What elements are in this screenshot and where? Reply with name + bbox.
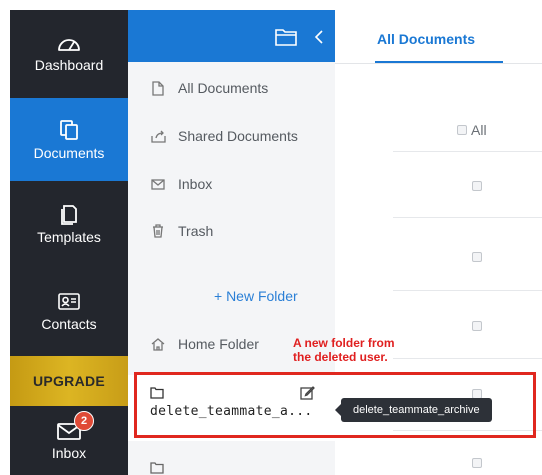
folder-icon [150,387,164,399]
contact-card-icon [58,292,80,310]
row-checkbox[interactable] [472,252,482,262]
share-icon [150,129,166,143]
nav-contacts-label: Contacts [41,315,97,332]
envelope-icon [150,178,166,190]
folder-name-label: delete_teammate_a... [150,404,313,419]
row-checkbox[interactable] [472,181,482,191]
row-divider [393,217,542,218]
row-divider [393,290,542,291]
folder-item-all-documents[interactable]: All Documents [150,80,268,96]
nav-dashboard[interactable]: Dashboard [10,10,128,98]
folder-item-home[interactable]: Home Folder [150,336,259,352]
row-divider [393,430,542,431]
collapse-chevron-icon[interactable] [314,29,324,45]
row-divider [393,151,542,152]
nav-documents-label: Documents [33,144,105,161]
row-checkbox[interactable] [472,458,482,468]
select-all-header: All [457,122,487,138]
annotation-line-1: A new folder from [293,336,395,350]
folder-icon [275,29,297,46]
folder-item-label: Shared Documents [178,128,298,144]
nav-templates[interactable]: Templates [10,181,128,267]
nav-templates-label: Templates [37,229,101,245]
annotation-callout: A new folder from the deleted user. [293,336,395,364]
select-all-checkbox[interactable] [457,125,467,135]
folder-panel-header [128,10,335,62]
folder-item-label: Inbox [178,176,213,192]
select-all-label: All [471,122,487,138]
nav-dashboard-label: Dashboard [34,57,104,73]
nav-documents[interactable]: Documents [10,98,128,181]
left-nav: Dashboard Documents Templates Contacts U… [10,10,128,475]
folder-item-shared-documents[interactable]: Shared Documents [150,128,298,144]
folder-item-trash[interactable]: Trash [150,223,213,239]
row-divider [393,358,542,359]
folder-item-inbox[interactable]: Inbox [150,176,212,192]
row-checkbox[interactable] [472,321,482,331]
folder-item-label: Home Folder [178,336,259,352]
nav-inbox[interactable]: 2 Inbox [10,406,128,475]
folder-icon [150,462,164,474]
new-folder-button[interactable]: + New Folder [214,288,298,304]
tab-divider [335,63,542,64]
nav-contacts[interactable]: Contacts [10,267,128,356]
folder-item-label: All Documents [178,80,269,96]
dashboard-gauge-icon [58,39,80,51]
tab-all-documents[interactable]: All Documents [377,31,475,47]
templates-icon [61,205,77,225]
document-icon [150,80,166,96]
edit-icon[interactable] [300,385,315,400]
folder-name-tooltip: delete_teammate_archive [341,398,492,422]
inbox-count-badge: 2 [74,410,94,431]
annotation-line-2: the deleted user. [293,350,388,364]
documents-icon [60,119,78,140]
upgrade-button[interactable]: UPGRADE [10,356,128,406]
home-icon [150,337,166,351]
nav-inbox-label: Inbox [51,444,87,461]
trash-icon [150,224,166,238]
folder-item-label: Trash [178,223,214,239]
